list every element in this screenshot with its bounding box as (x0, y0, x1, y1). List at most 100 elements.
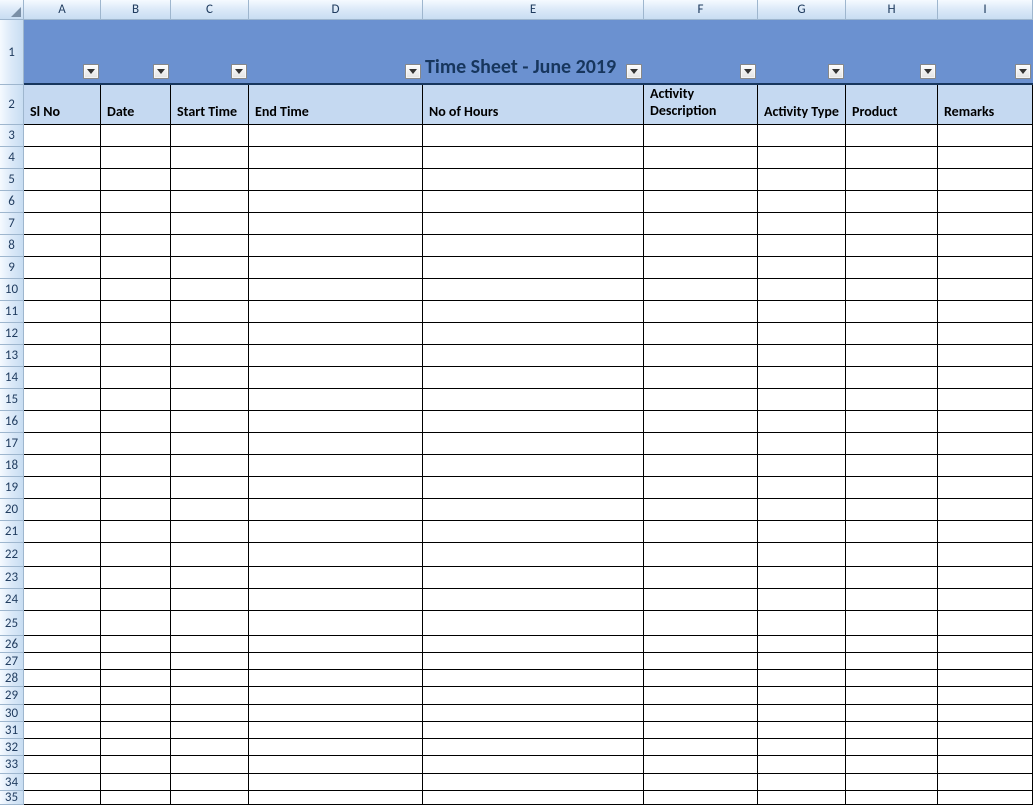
cell[interactable] (758, 722, 846, 739)
cell[interactable] (423, 125, 644, 147)
cell[interactable] (423, 739, 644, 756)
row-header-4[interactable]: 4 (0, 147, 24, 169)
cell[interactable] (758, 670, 846, 687)
cell[interactable] (644, 389, 758, 411)
cell[interactable] (24, 433, 101, 455)
cell[interactable] (644, 433, 758, 455)
cell[interactable] (249, 756, 423, 774)
cell[interactable] (644, 499, 758, 521)
cell[interactable] (249, 477, 423, 499)
filter-dropdown-icon[interactable] (405, 64, 421, 79)
cell[interactable] (758, 791, 846, 805)
col-header-I[interactable]: I (938, 0, 1033, 19)
cell[interactable] (938, 411, 1033, 433)
cell[interactable] (846, 433, 938, 455)
cell[interactable] (249, 323, 423, 345)
cell[interactable] (24, 213, 101, 235)
cell[interactable] (938, 301, 1033, 323)
header-date[interactable]: Date (101, 85, 171, 125)
title-cell-A[interactable] (24, 20, 101, 85)
row-header-22[interactable]: 22 (0, 543, 24, 567)
cell[interactable] (846, 191, 938, 213)
cell[interactable] (846, 653, 938, 670)
row-header-23[interactable]: 23 (0, 567, 24, 589)
cell[interactable] (249, 589, 423, 611)
cell[interactable] (249, 147, 423, 169)
cell[interactable] (758, 477, 846, 499)
cell[interactable] (249, 257, 423, 279)
cell[interactable] (171, 389, 249, 411)
cell[interactable] (24, 687, 101, 705)
cell[interactable] (758, 191, 846, 213)
cell[interactable] (758, 147, 846, 169)
cell[interactable] (644, 235, 758, 257)
cell[interactable] (758, 301, 846, 323)
cell[interactable] (846, 756, 938, 774)
row-header-5[interactable]: 5 (0, 169, 24, 191)
cell[interactable] (758, 567, 846, 589)
cell[interactable] (938, 567, 1033, 589)
cell[interactable] (101, 756, 171, 774)
cell[interactable] (423, 670, 644, 687)
cell[interactable] (758, 433, 846, 455)
cell[interactable] (758, 521, 846, 543)
cell[interactable] (101, 345, 171, 367)
cell[interactable] (938, 611, 1033, 636)
cell[interactable] (846, 543, 938, 567)
cell[interactable] (101, 367, 171, 389)
cell[interactable] (938, 477, 1033, 499)
cell[interactable] (846, 589, 938, 611)
cell[interactable] (171, 279, 249, 301)
cell[interactable] (644, 191, 758, 213)
cell[interactable] (24, 589, 101, 611)
cell[interactable] (644, 213, 758, 235)
cell[interactable] (423, 543, 644, 567)
cell[interactable] (24, 455, 101, 477)
cell[interactable] (938, 521, 1033, 543)
cell[interactable] (846, 567, 938, 589)
cell[interactable] (249, 521, 423, 543)
cell[interactable] (758, 213, 846, 235)
col-header-E[interactable]: E (423, 0, 644, 19)
cell[interactable] (644, 705, 758, 722)
cell[interactable] (101, 499, 171, 521)
cell[interactable] (249, 499, 423, 521)
cell[interactable] (846, 670, 938, 687)
cell[interactable] (249, 543, 423, 567)
cell[interactable] (24, 477, 101, 499)
cell[interactable] (938, 367, 1033, 389)
cell[interactable] (758, 125, 846, 147)
header-no-of-hours[interactable]: No of Hours (423, 85, 644, 125)
cell[interactable] (101, 774, 171, 791)
row-header-25[interactable]: 25 (0, 611, 24, 636)
title-cell-H[interactable] (846, 20, 938, 85)
cell[interactable] (249, 411, 423, 433)
cell[interactable] (249, 774, 423, 791)
cell[interactable] (24, 345, 101, 367)
cell[interactable] (24, 636, 101, 653)
cell[interactable] (758, 543, 846, 567)
cell[interactable] (938, 791, 1033, 805)
cell[interactable] (846, 301, 938, 323)
cell[interactable] (171, 756, 249, 774)
cell[interactable] (644, 345, 758, 367)
cell[interactable] (101, 687, 171, 705)
cell[interactable] (101, 323, 171, 345)
title-cell-B[interactable] (101, 20, 171, 85)
col-header-D[interactable]: D (249, 0, 423, 19)
cell[interactable] (171, 722, 249, 739)
cell[interactable] (249, 705, 423, 722)
cell[interactable] (846, 499, 938, 521)
cell[interactable] (758, 611, 846, 636)
cell[interactable] (938, 257, 1033, 279)
row-header-33[interactable]: 33 (0, 756, 24, 774)
cell[interactable] (644, 125, 758, 147)
cell[interactable] (249, 687, 423, 705)
cell[interactable] (758, 739, 846, 756)
cell[interactable] (846, 687, 938, 705)
cell[interactable] (24, 125, 101, 147)
header-end-time[interactable]: End Time (249, 85, 423, 125)
cell[interactable] (846, 367, 938, 389)
cell[interactable] (938, 345, 1033, 367)
cell[interactable] (24, 756, 101, 774)
